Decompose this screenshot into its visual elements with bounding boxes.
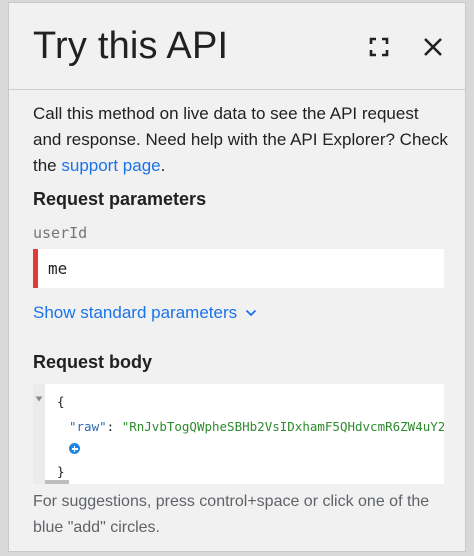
show-standard-parameters-label: Show standard parameters [33, 303, 238, 322]
editor-scrollbar[interactable] [45, 480, 69, 484]
panel-header: Try this API [9, 3, 465, 90]
raw-colon: : [106, 419, 122, 434]
close-brace: } [57, 464, 65, 479]
raw-line: "raw": "RnJvbTogQWpheSBHb2VsIDxhamF5QHdv… [69, 419, 444, 434]
chevron-down-icon [245, 309, 257, 317]
fold-arrow-icon[interactable] [35, 396, 43, 402]
editor-gutter [33, 384, 45, 484]
panel-title: Try this API [33, 25, 229, 67]
suggestions-hint: For suggestions, press control+space or … [33, 493, 430, 536]
add-circle-icon[interactable] [69, 443, 80, 454]
fullscreen-icon[interactable] [365, 33, 393, 61]
userid-label: userId [33, 224, 88, 242]
raw-key: "raw" [69, 419, 107, 434]
show-standard-parameters-link[interactable]: Show standard parameters [33, 303, 257, 323]
open-brace: { [57, 394, 65, 409]
request-parameters-heading: Request parameters [33, 189, 207, 209]
request-body-heading: Request body [33, 352, 153, 372]
raw-value: "RnJvbTogQWpheSBHb2VsIDxhamF5QHdvcmR6ZW4… [121, 419, 444, 434]
support-page-link[interactable]: support page [61, 156, 160, 175]
request-body-editor[interactable]: { "raw": "RnJvbTogQWpheSBHb2VsIDxhamF5QH… [33, 384, 444, 484]
userid-input[interactable] [38, 249, 444, 288]
try-this-api-panel: Try this API Call this method on live da… [8, 2, 466, 552]
description: Call this method on live data to see the… [33, 101, 448, 179]
close-icon[interactable] [419, 33, 447, 61]
description-end: . [160, 156, 166, 175]
userid-field [33, 249, 444, 288]
